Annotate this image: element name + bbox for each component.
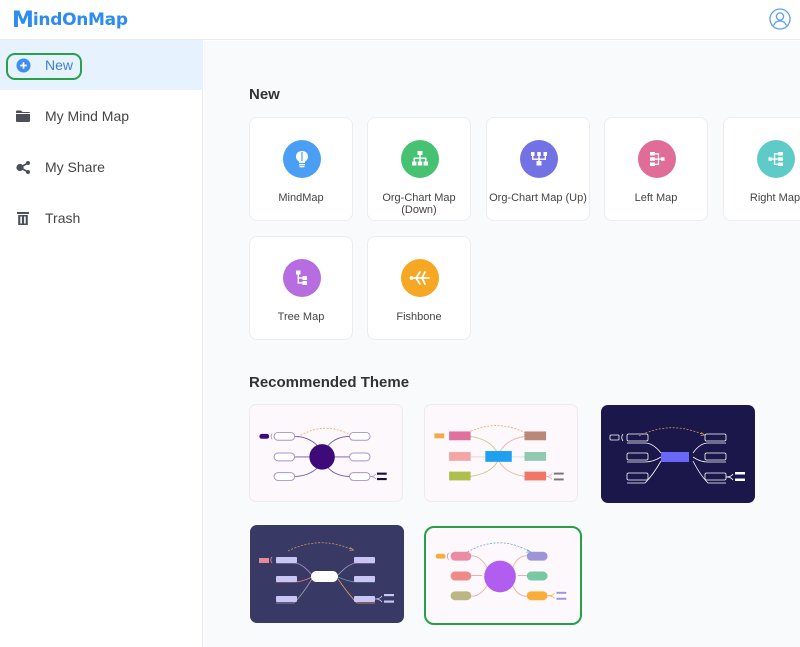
template-card-org-chart-up[interactable]: Org-Chart Map (Up) [486, 117, 590, 221]
template-label: MindMap [278, 192, 324, 204]
theme-preview [435, 542, 567, 601]
template-label: Org-Chart Map (Down) [382, 192, 456, 216]
lightbulb-icon [283, 140, 321, 178]
sidebar-item-label: Trash [45, 210, 81, 226]
theme-card-purple-outline[interactable] [249, 404, 403, 502]
sidebar-item-label: New [45, 57, 74, 73]
theme-card-pastel-bubble[interactable] [424, 526, 582, 625]
template-label: Tree Map [277, 311, 325, 323]
sidebar: New My Mind Map My Share Trash [0, 40, 203, 647]
template-label: Org-Chart Map (Up) [489, 192, 587, 204]
org-chart-up-icon [520, 140, 558, 178]
theme-card-dark-slate[interactable] [250, 525, 404, 623]
sidebar-item-label: My Mind Map [45, 108, 130, 124]
trash-icon [15, 210, 31, 226]
share-icon [15, 159, 31, 175]
template-card-fishbone[interactable]: Fishbone [367, 236, 471, 340]
template-card-tree-map[interactable]: Tree Map [249, 236, 353, 340]
section-title-recommended-theme: Recommended Theme [249, 374, 410, 391]
theme-preview [609, 427, 745, 484]
template-card-right-map[interactable]: Right Map [723, 117, 800, 221]
tree-map-icon [283, 259, 321, 297]
theme-card-dark-navy[interactable] [601, 405, 755, 503]
theme-preview [434, 425, 564, 481]
sidebar-item-my-share[interactable]: My Share [0, 142, 203, 192]
left-map-icon [638, 140, 676, 178]
template-label: Left Map [634, 192, 678, 204]
theme-card-colorful-rect[interactable] [424, 404, 578, 502]
org-chart-down-icon [401, 140, 439, 178]
user-avatar-icon[interactable] [769, 8, 791, 30]
sidebar-item-label: My Share [45, 159, 105, 175]
template-card-mindmap[interactable]: MindMap [249, 117, 353, 221]
logo-text: indOnMap [32, 10, 128, 30]
plus-circle-icon [15, 57, 31, 73]
sidebar-item-new[interactable]: New [0, 40, 203, 90]
theme-preview [259, 427, 387, 481]
folder-icon [15, 108, 31, 124]
top-bar: MindOnMap [0, 0, 800, 40]
sidebar-item-my-mind-map[interactable]: My Mind Map [0, 91, 203, 141]
fishbone-icon [401, 259, 439, 297]
logo-mark: M [12, 7, 34, 33]
right-map-icon [757, 140, 795, 178]
sidebar-item-trash[interactable]: Trash [0, 193, 203, 243]
template-card-left-map[interactable]: Left Map [604, 117, 708, 221]
logo[interactable]: MindOnMap [12, 7, 128, 33]
template-label: Right Map [749, 192, 800, 204]
template-card-org-chart-down[interactable]: Org-Chart Map (Down) [367, 117, 471, 221]
theme-preview [259, 542, 394, 604]
main-content: New MindMap Org-Chart Map (Down) Org-Cha… [204, 41, 800, 647]
template-label: Fishbone [396, 311, 442, 323]
section-title-new: New [249, 86, 280, 103]
